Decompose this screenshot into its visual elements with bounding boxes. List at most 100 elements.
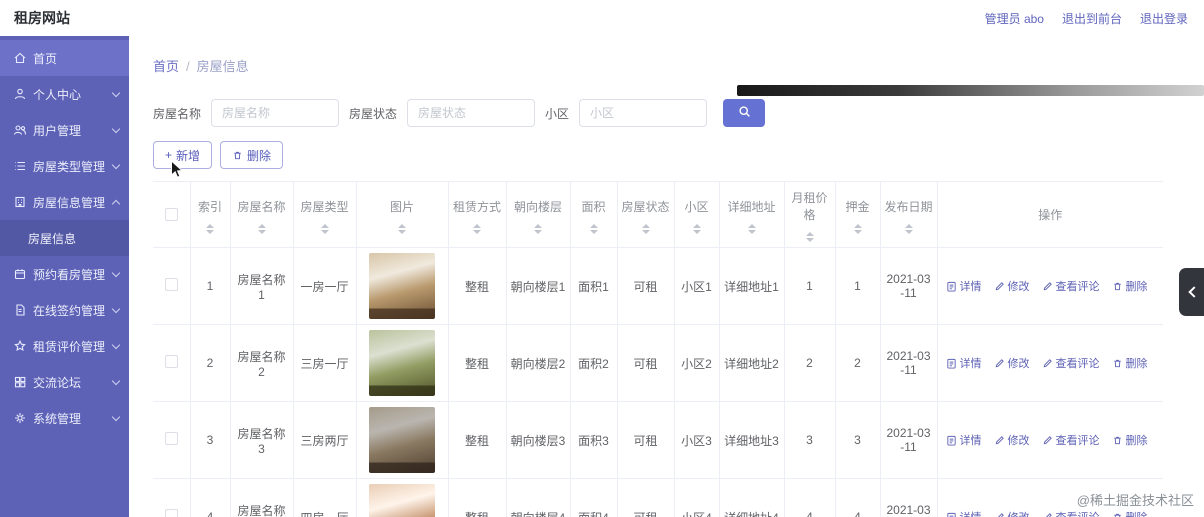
search-button[interactable] xyxy=(723,99,766,127)
panel-collapse-button[interactable] xyxy=(1179,268,1204,316)
row-select-cell[interactable] xyxy=(153,401,191,479)
admin-user-link[interactable]: 管理员 abo xyxy=(985,10,1044,27)
cell-actions: 详情 修改 查看评论 删除 xyxy=(937,247,1163,325)
house-status-input[interactable] xyxy=(407,99,536,127)
sidebar-item-user-management[interactable]: 用户管理 xyxy=(0,112,129,148)
cell-rent_mode: 整租 xyxy=(448,324,507,402)
breadcrumb-home[interactable]: 首页 xyxy=(153,59,179,74)
table-row: 2 房屋名称2 三房一厅 整租 朝向楼层2 面积2 可租 小区2 详细地址2 2 2 2021-03-… xyxy=(153,324,1163,402)
column-header[interactable]: 房屋状态 xyxy=(617,181,675,248)
column-header[interactable]: 发布日期 xyxy=(880,181,938,248)
breadcrumb-current: 房屋信息 xyxy=(196,59,249,74)
select-all-checkbox[interactable] xyxy=(164,207,178,221)
row-checkbox[interactable] xyxy=(164,509,178,517)
sort-icon[interactable] xyxy=(641,223,650,234)
detail-button[interactable]: 详情 xyxy=(946,355,982,371)
row-select-cell[interactable] xyxy=(153,324,191,402)
detail-button[interactable]: 详情 xyxy=(946,432,982,448)
community-input[interactable] xyxy=(579,99,708,127)
sort-icon[interactable] xyxy=(206,223,214,234)
delete-button[interactable]: 删除 xyxy=(1112,509,1148,517)
column-header[interactable]: 索引 xyxy=(190,181,231,248)
column-header[interactable]: 租赁方式 xyxy=(448,181,507,248)
gear-icon xyxy=(13,411,27,425)
cell-deposit: 3 xyxy=(835,401,881,479)
column-header[interactable]: 朝向楼层 xyxy=(506,181,571,248)
sidebar-item-forum[interactable]: 交流论坛 xyxy=(0,364,129,400)
sidebar-subitem-house-info[interactable]: 房屋信息 xyxy=(0,220,129,256)
sidebar-item-appointment-management[interactable]: 预约看房管理 xyxy=(0,256,129,292)
house-photo xyxy=(369,484,435,517)
topbar-links: 管理员 abo 退出到前台 退出登录 xyxy=(985,10,1188,27)
action-label: 详情 xyxy=(960,509,982,517)
sidebar-item-label: 首页 xyxy=(33,51,58,66)
sidebar-item-contract-management[interactable]: 在线签约管理 xyxy=(0,292,129,328)
sidebar-item-review-management[interactable]: 租赁评价管理 xyxy=(0,328,129,364)
add-button[interactable]: + 新增 xyxy=(153,141,213,169)
row-select-cell[interactable] xyxy=(153,247,191,325)
view-comments-button[interactable]: 查看评论 xyxy=(1042,278,1100,294)
cell-orientation_floor: 朝向楼层4 xyxy=(506,478,571,517)
column-header[interactable]: 小区 xyxy=(674,181,720,248)
action-label: 详情 xyxy=(959,435,982,447)
sort-icon[interactable] xyxy=(257,223,266,234)
table-row: 4房屋名称4四房一厅整租朝向楼层4面积4可租小区4详细地址4442021-03-… xyxy=(153,478,1163,517)
delete-button[interactable]: 删除 xyxy=(1112,355,1148,371)
exit-to-front-link[interactable]: 退出到前台 xyxy=(1062,10,1122,27)
sort-icon[interactable] xyxy=(904,223,913,234)
sidebar-item-house-info-management[interactable]: 房屋信息管理 xyxy=(0,184,129,220)
sidebar-item-home[interactable]: 首页 xyxy=(0,40,129,76)
view-comments-button[interactable]: 查看评论 xyxy=(1042,355,1100,371)
row-checkbox[interactable] xyxy=(164,355,178,368)
house-name-input[interactable] xyxy=(211,99,340,127)
sort-icon[interactable] xyxy=(692,223,701,234)
row-select-cell[interactable] xyxy=(153,478,191,517)
search-icon xyxy=(738,105,751,121)
column-header[interactable]: 详细地址 xyxy=(719,181,785,248)
sidebar-item-house-type-management[interactable]: 房屋类型管理 xyxy=(0,148,129,184)
cell-name: 房屋名称3 xyxy=(230,401,294,479)
cell-address: 详细地址2 xyxy=(719,324,785,402)
delete-button[interactable]: 删除 xyxy=(220,141,284,169)
detail-button[interactable]: 详情 xyxy=(946,278,982,294)
sidebar-item-profile[interactable]: 个人中心 xyxy=(0,76,129,112)
column-header[interactable]: 面积 xyxy=(570,181,618,248)
row-checkbox[interactable] xyxy=(164,278,178,291)
sort-icon[interactable] xyxy=(534,223,542,234)
sort-icon[interactable] xyxy=(473,223,481,234)
column-header[interactable]: 图片 xyxy=(356,181,449,248)
delete-button[interactable]: 删除 xyxy=(1112,278,1148,294)
cell-index: 1 xyxy=(190,247,231,325)
edit-button[interactable]: 修改 xyxy=(994,355,1030,371)
row-checkbox[interactable] xyxy=(164,432,178,445)
sort-icon[interactable] xyxy=(747,223,756,234)
column-header: 操作 xyxy=(937,181,1163,248)
sidebar-item-system-management[interactable]: 系统管理 xyxy=(0,400,129,436)
cell-deposit: 2 xyxy=(835,324,881,402)
sort-icon[interactable] xyxy=(320,223,329,234)
sort-icon[interactable] xyxy=(589,223,598,234)
detail-button[interactable]: 详情 xyxy=(946,509,982,517)
cell-photo xyxy=(356,324,449,402)
column-header[interactable]: 月租价格 xyxy=(784,181,836,248)
breadcrumb-separator: / xyxy=(186,59,190,74)
sort-icon[interactable] xyxy=(398,223,406,234)
column-header[interactable]: 房屋类型 xyxy=(293,181,357,248)
logout-link[interactable]: 退出登录 xyxy=(1140,10,1188,27)
cell-photo xyxy=(356,247,449,325)
view-comments-button[interactable]: 查看评论 xyxy=(1042,432,1100,448)
edit-button[interactable]: 修改 xyxy=(994,278,1030,294)
action-label: 修改 xyxy=(1007,358,1030,370)
action-label: 删除 xyxy=(1126,509,1148,517)
sort-icon[interactable] xyxy=(853,223,862,234)
house-table-wrap: 索引 房屋名称 房屋类型 图片 租赁方式 朝向楼层 面积 房屋状态 小区 详细地址 月租价格 押金 发布… xyxy=(153,181,1184,517)
column-header[interactable]: 房屋名称 xyxy=(230,181,294,248)
select-all-header[interactable] xyxy=(153,181,191,248)
edit-button[interactable]: 修改 xyxy=(994,432,1030,448)
delete-button[interactable]: 删除 xyxy=(1112,432,1148,448)
edit-button[interactable]: 修改 xyxy=(994,509,1030,517)
view-comments-button[interactable]: 查看评论 xyxy=(1042,509,1100,517)
column-header[interactable]: 押金 xyxy=(835,181,881,248)
table-row: 1 房屋名称1 一房一厅 整租 朝向楼层1 面积1 可租 小区1 详细地址1 1 1 2021-03-… xyxy=(153,247,1163,325)
sort-icon[interactable] xyxy=(805,232,814,242)
